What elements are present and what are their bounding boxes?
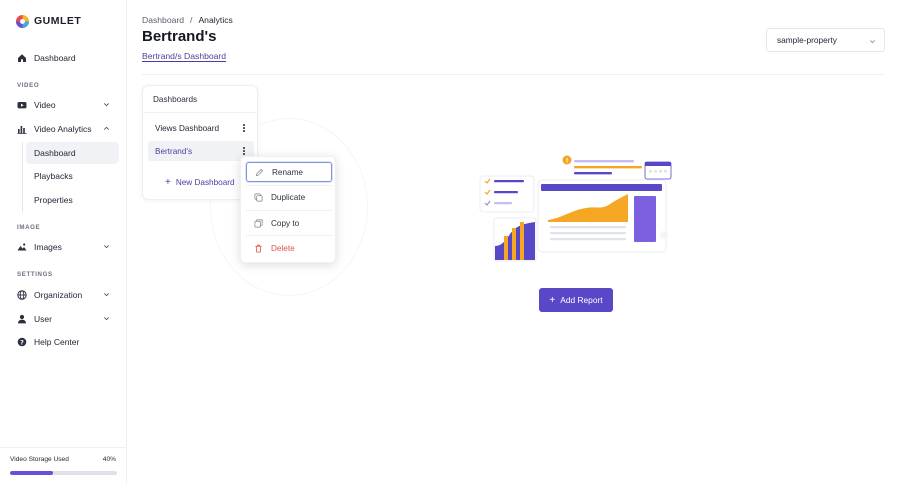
sidebar-item-label: Video Analytics: [34, 124, 92, 134]
duplicate-icon: [254, 193, 263, 201]
sidebar: GUMLET Dashboard VIDEO Video Video Analy…: [0, 0, 127, 484]
menu-item-label: Delete: [271, 243, 295, 253]
menu-item-duplicate[interactable]: Duplicate: [246, 187, 332, 207]
storage-progress-fill: [10, 471, 53, 475]
gumlet-logo-icon: [15, 14, 30, 28]
sidebar-subitem-label: Playbacks: [34, 171, 73, 181]
globe-icon: [16, 290, 27, 301]
sidebar-subitem-dashboard[interactable]: Dashboard: [26, 142, 119, 164]
pencil-icon: [255, 168, 264, 176]
sidebar-item-images[interactable]: Images: [9, 236, 119, 258]
svg-text:!: !: [566, 158, 569, 165]
dashboard-item-views[interactable]: Views Dashboard: [148, 118, 254, 138]
dashboard-item-bertrands[interactable]: Bertrand's: [148, 141, 254, 161]
header-divider: [142, 74, 885, 75]
chevron-up-icon: [104, 126, 109, 130]
dashboard-item-label: Views Dashboard: [155, 123, 220, 133]
brand-name: GUMLET: [34, 15, 82, 27]
more-vertical-icon[interactable]: [240, 122, 248, 134]
storage-label: Video Storage Used: [10, 456, 69, 463]
sidebar-item-label: Dashboard: [34, 53, 76, 63]
sidebar-subitem-label: Properties: [34, 195, 73, 205]
chevron-down-icon: [104, 103, 109, 107]
chevron-down-icon: [870, 40, 875, 44]
breadcrumb-current: Analytics: [198, 15, 233, 25]
plus-icon: +: [165, 177, 171, 188]
trash-icon: [255, 244, 262, 253]
menu-item-rename[interactable]: Rename: [246, 162, 332, 182]
menu-divider: [246, 235, 332, 236]
section-label-video: VIDEO: [17, 82, 40, 89]
sidebar-item-label: Video: [34, 100, 56, 110]
menu-item-label: Rename: [272, 167, 303, 177]
new-dashboard-button[interactable]: + New Dashboard: [165, 177, 235, 188]
new-dashboard-label: New Dashboard: [175, 178, 235, 187]
sidebar-item-organization[interactable]: Organization: [9, 284, 119, 306]
section-label-settings: SETTINGS: [17, 271, 53, 278]
breadcrumb-separator: /: [190, 15, 193, 25]
plus-icon: +: [549, 294, 556, 306]
sidebar-item-label: Images: [34, 242, 62, 252]
sidebar-item-user[interactable]: User: [9, 308, 119, 330]
sidebar-subitem-playbacks[interactable]: Playbacks: [26, 165, 119, 187]
chevron-down-icon: [104, 293, 109, 297]
user-icon: [16, 314, 27, 325]
sidebar-item-label: User: [34, 314, 52, 324]
property-select[interactable]: sample-property: [766, 28, 885, 52]
empty-reports-illustration: !: [479, 155, 672, 262]
submenu-guide-line: [22, 142, 23, 212]
menu-item-label: Copy to: [271, 218, 300, 228]
sidebar-item-video[interactable]: Video: [9, 94, 119, 116]
chevron-down-icon: [104, 317, 109, 321]
menu-item-delete[interactable]: Delete: [246, 238, 332, 258]
copy-icon: [254, 219, 263, 227]
storage-progress-bar: [10, 471, 117, 475]
storage-percent: 40%: [102, 456, 116, 463]
property-select-value: sample-property: [777, 35, 837, 45]
sidebar-item-video-analytics[interactable]: Video Analytics: [9, 118, 119, 140]
sidebar-subitem-label: Dashboard: [34, 148, 76, 158]
menu-divider: [246, 185, 332, 186]
bar-chart-icon: [16, 124, 27, 135]
svg-text:?: ?: [20, 338, 24, 346]
page-title: Bertrand's: [142, 28, 217, 45]
storage-divider: [0, 447, 127, 448]
menu-item-label: Duplicate: [271, 192, 306, 202]
menu-item-copy-to[interactable]: Copy to: [246, 213, 332, 233]
dashboard-item-label: Bertrand's: [155, 146, 193, 156]
chevron-down-icon: [104, 245, 109, 249]
gumlet-logo[interactable]: GUMLET: [15, 13, 81, 29]
sidebar-item-label: Help Center: [34, 337, 80, 347]
sidebar-item-help-center[interactable]: ? Help Center: [9, 331, 119, 353]
add-report-button[interactable]: + Add Report: [539, 288, 613, 312]
dashboard-name-link[interactable]: Bertrand/s Dashboard: [142, 51, 226, 61]
breadcrumb: Dashboard / Analytics: [142, 15, 233, 25]
sidebar-item-label: Organization: [34, 290, 83, 300]
image-icon: [16, 242, 27, 253]
dashboards-panel-title: Dashboards: [153, 95, 198, 104]
home-icon: [16, 53, 27, 64]
breadcrumb-dashboard-link[interactable]: Dashboard: [142, 15, 184, 25]
help-icon: ?: [16, 337, 27, 348]
add-report-label: Add Report: [560, 295, 603, 305]
sidebar-subitem-properties[interactable]: Properties: [26, 189, 119, 211]
sidebar-item-dashboard[interactable]: Dashboard: [9, 47, 119, 69]
menu-divider: [246, 210, 332, 211]
dashboard-context-menu: Rename Duplicate Copy to Delete: [240, 156, 336, 263]
video-icon: [16, 100, 27, 111]
dashboards-panel-divider: [143, 112, 257, 113]
section-label-image: IMAGE: [17, 224, 41, 231]
